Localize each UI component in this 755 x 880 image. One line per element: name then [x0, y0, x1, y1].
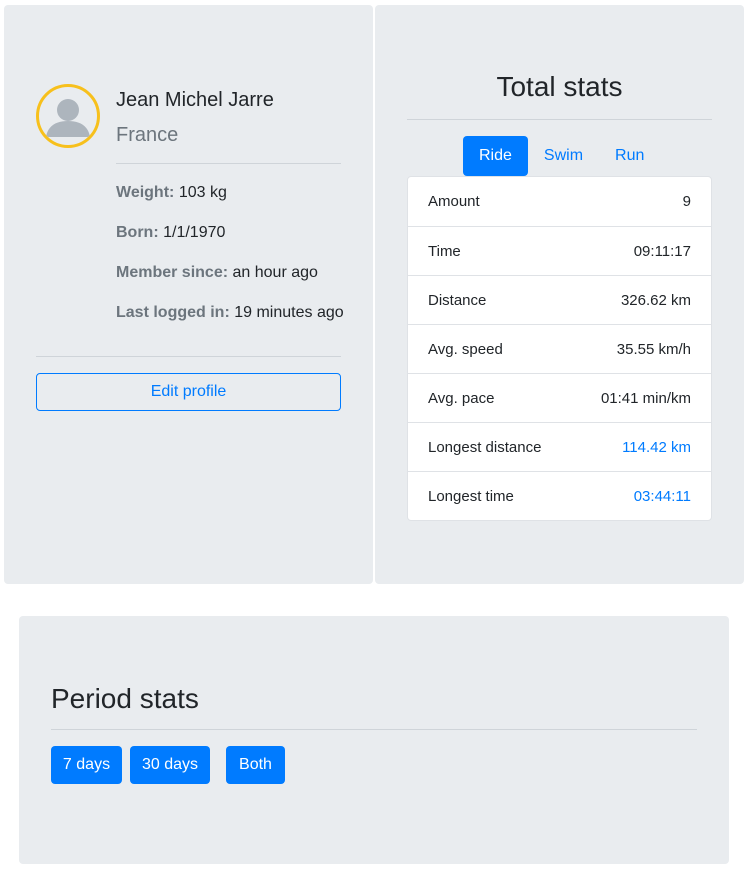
stat-value: 09:11:17 [633, 242, 691, 260]
seven-days-button[interactable]: 7 days [51, 746, 122, 784]
stat-label: Avg. speed [428, 340, 503, 358]
divider [116, 163, 341, 164]
stat-value: 326.62 km [620, 291, 691, 309]
divider [407, 119, 712, 120]
born-info: Born: 1/1/1970 [116, 224, 225, 242]
member-since-label: Member since: [116, 264, 229, 281]
stat-value: 01:41 min/km [600, 389, 691, 407]
member-since-info: Member since: an hour ago [116, 264, 318, 282]
profile-panel: Jean Michel Jarre France Weight: 103 kg … [4, 5, 373, 584]
total-stats-panel: Total stats Ride Swim Run Amount 9 Time … [375, 5, 744, 584]
user-country: France [116, 124, 179, 146]
member-since-value: an hour ago [232, 264, 318, 281]
table-row: Time 09:11:17 [408, 226, 711, 275]
divider [51, 729, 697, 730]
stat-label: Longest time [428, 487, 514, 505]
weight-value: 103 kg [178, 184, 227, 201]
born-label: Born: [116, 224, 159, 241]
sport-tabs: Ride Swim Run [463, 136, 660, 176]
both-button[interactable]: Both [226, 746, 285, 784]
period-stats-title: Period stats [51, 683, 199, 714]
stat-value: 9 [682, 193, 691, 210]
table-row: Avg. speed 35.55 km/h [408, 324, 711, 373]
tab-ride[interactable]: Ride [463, 136, 528, 176]
stats-table: Amount 9 Time 09:11:17 Distance 326.62 k… [407, 176, 712, 521]
last-logged-value: 19 minutes ago [234, 304, 344, 321]
table-row: Longest time 03:44:11 [408, 471, 711, 520]
stat-value: 35.55 km/h [616, 340, 691, 358]
table-row: Avg. pace 01:41 min/km [408, 373, 711, 422]
period-stats-panel: Period stats 7 days 30 days Both [19, 616, 729, 864]
avatar [36, 84, 100, 148]
table-row: Amount 9 [408, 177, 711, 226]
longest-distance-link[interactable]: 114.42 km [622, 439, 691, 456]
longest-time-link[interactable]: 03:44:11 [634, 488, 691, 505]
stat-label: Distance [428, 291, 487, 309]
stat-label: Amount [428, 193, 480, 210]
edit-profile-button[interactable]: Edit profile [36, 373, 341, 411]
stat-label: Avg. pace [428, 389, 495, 407]
weight-label: Weight: [116, 184, 175, 201]
user-avatar-icon [46, 99, 90, 137]
user-name: Jean Michel Jarre [116, 89, 274, 111]
last-logged-info: Last logged in: 19 minutes ago [116, 304, 344, 322]
tab-swim[interactable]: Swim [528, 136, 599, 176]
born-value: 1/1/1970 [163, 224, 226, 241]
tab-run[interactable]: Run [599, 136, 660, 176]
divider [36, 356, 341, 357]
total-stats-title: Total stats [496, 71, 623, 102]
stat-label: Time [428, 242, 461, 260]
table-row: Distance 326.62 km [408, 275, 711, 324]
table-row: Longest distance 114.42 km [408, 422, 711, 471]
weight-info: Weight: 103 kg [116, 184, 227, 202]
thirty-days-button[interactable]: 30 days [130, 746, 210, 784]
stat-label: Longest distance [428, 438, 542, 456]
last-logged-label: Last logged in: [116, 304, 230, 321]
